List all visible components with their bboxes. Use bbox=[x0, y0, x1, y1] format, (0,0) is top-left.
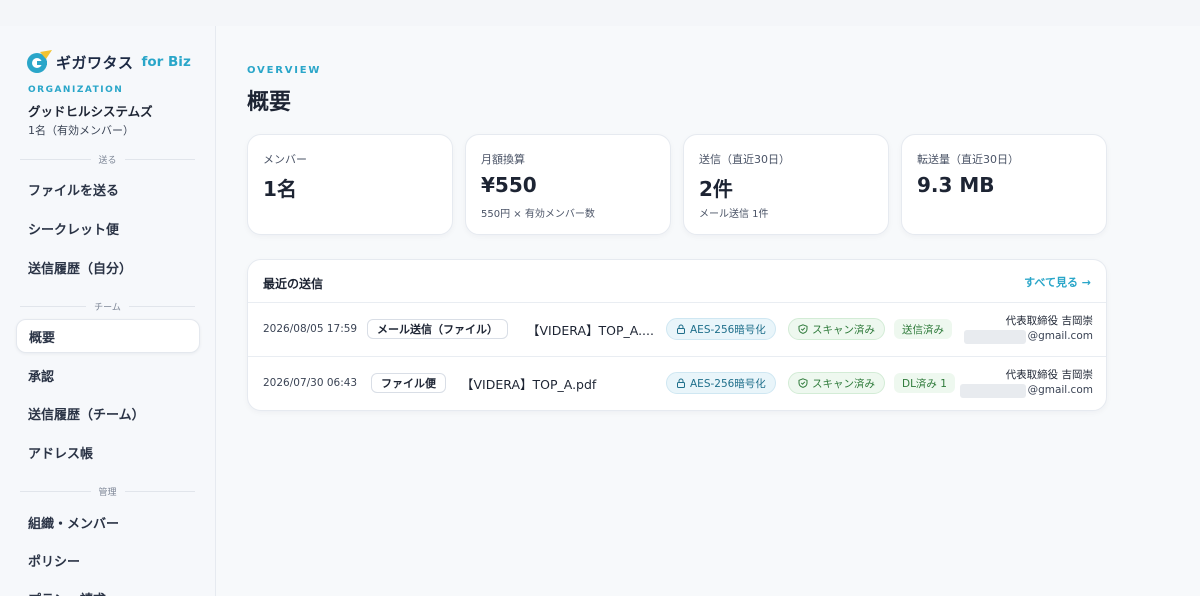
brand-name: ギガワタス bbox=[56, 53, 134, 72]
redacted-email bbox=[959, 383, 1026, 398]
table-row[interactable]: 2026/08/05 17:59 メール送信（ファイル） 【VIDERA】TOP… bbox=[248, 302, 1106, 356]
recipient: 代表取締役 吉岡崇 @gmail.com bbox=[963, 302, 1093, 356]
sidebar-item-my-history[interactable]: 送信履歴（自分） bbox=[16, 250, 200, 284]
stat-label: 月額換算 bbox=[481, 153, 525, 166]
table-row[interactable]: 2026/07/30 06:43 ファイル便 【VIDERA】TOP_A.pdf… bbox=[248, 356, 1106, 410]
encryption-badge: AES-256暗号化 bbox=[666, 372, 776, 394]
scan-badge: スキャン済み bbox=[788, 318, 885, 340]
scan-badge: スキャン済み bbox=[788, 372, 885, 394]
sidebar-item-approval[interactable]: 承認 bbox=[16, 358, 200, 392]
shield-check-icon bbox=[798, 324, 808, 334]
brand-logo[interactable]: ギガワタス for Biz bbox=[26, 50, 191, 74]
status-badge: 送信済み bbox=[894, 319, 952, 339]
sidebar-item-address-book[interactable]: アドレス帳 bbox=[16, 435, 200, 469]
panel-title: 最近の送信 bbox=[263, 277, 324, 291]
logo-icon bbox=[26, 50, 52, 74]
file-name[interactable]: 【VIDERA】TOP_A.... bbox=[527, 302, 657, 356]
shield-check-icon bbox=[798, 378, 808, 388]
encryption-badge: AES-256暗号化 bbox=[666, 318, 776, 340]
main-content: OVERVIEW 概要 メンバー 1名 月額換算 ¥550 550円 × 有効メ… bbox=[216, 26, 1200, 596]
stat-label: 送信（直近30日） bbox=[699, 153, 790, 166]
sidebar-item-overview[interactable]: 概要 bbox=[16, 319, 200, 353]
stat-label: 転送量（直近30日） bbox=[917, 153, 1019, 166]
file-name[interactable]: 【VIDERA】TOP_A.pdf bbox=[461, 356, 641, 410]
see-all-link[interactable]: すべて見る → bbox=[1024, 274, 1091, 290]
send-type-badge: ファイル便 bbox=[371, 373, 446, 393]
organization-member-count: 1名（有効メンバー） bbox=[28, 124, 134, 137]
sidebar-item-policy[interactable]: ポリシー bbox=[16, 543, 200, 577]
section-label-team: チーム bbox=[20, 300, 196, 313]
stat-value: 1名 bbox=[263, 177, 297, 201]
top-band bbox=[0, 0, 1200, 26]
organization-name: グッドヒルシステムズ bbox=[28, 104, 153, 119]
sidebar-item-secret-delivery[interactable]: シークレット便 bbox=[16, 211, 200, 245]
recipient-name: 代表取締役 吉岡崇 bbox=[1005, 369, 1093, 381]
stat-card-transfer: 転送量（直近30日） 9.3 MB bbox=[901, 134, 1107, 235]
sidebar-item-plan-billing[interactable]: プラン・請求 bbox=[16, 581, 200, 596]
recent-sends-panel: 最近の送信 すべて見る → 2026/08/05 17:59 メール送信（ファイ… bbox=[247, 259, 1107, 411]
lock-icon bbox=[677, 378, 685, 388]
stat-value: 9.3 MB bbox=[917, 173, 995, 197]
stat-sub: メール送信 1件 bbox=[699, 209, 769, 220]
stat-value: 2件 bbox=[699, 177, 733, 201]
send-date: 2026/07/30 06:43 bbox=[263, 377, 358, 389]
sidebar: ギガワタス for Biz ORGANIZATION グッドヒルシステムズ 1名… bbox=[0, 26, 216, 596]
section-label-send: 送る bbox=[20, 153, 196, 166]
sidebar-item-send-file[interactable]: ファイルを送る bbox=[16, 172, 200, 206]
recipient: 代表取締役 吉岡崇 @gmail.com bbox=[959, 356, 1093, 410]
section-label-admin: 管理 bbox=[20, 485, 196, 498]
stat-card-sends: 送信（直近30日） 2件 メール送信 1件 bbox=[683, 134, 889, 235]
stat-card-monthly-cost: 月額換算 ¥550 550円 × 有効メンバー数 bbox=[465, 134, 671, 235]
recipient-email-field: @gmail.com bbox=[963, 329, 1093, 344]
status-badge: DL済み 1 bbox=[894, 373, 955, 393]
stat-sub: 550円 × 有効メンバー数 bbox=[481, 209, 595, 220]
redacted-email bbox=[963, 329, 1026, 344]
stat-label: メンバー bbox=[263, 153, 307, 166]
page-eyebrow: OVERVIEW bbox=[247, 65, 322, 76]
organization-label: ORGANIZATION bbox=[28, 85, 124, 95]
send-date: 2026/08/05 17:59 bbox=[263, 323, 358, 335]
brand-suffix: for Biz bbox=[141, 54, 191, 70]
recipient-name: 代表取締役 吉岡崇 bbox=[1005, 315, 1093, 327]
send-type-badge: メール送信（ファイル） bbox=[367, 319, 508, 339]
sidebar-item-team-history[interactable]: 送信履歴（チーム） bbox=[16, 396, 200, 430]
sidebar-item-org-members[interactable]: 組織・メンバー bbox=[16, 505, 200, 539]
page-title: 概要 bbox=[247, 90, 292, 115]
lock-icon bbox=[677, 324, 685, 334]
recipient-email-field: @gmail.com bbox=[959, 383, 1093, 398]
stat-value: ¥550 bbox=[481, 173, 537, 197]
stat-card-members: メンバー 1名 bbox=[247, 134, 453, 235]
